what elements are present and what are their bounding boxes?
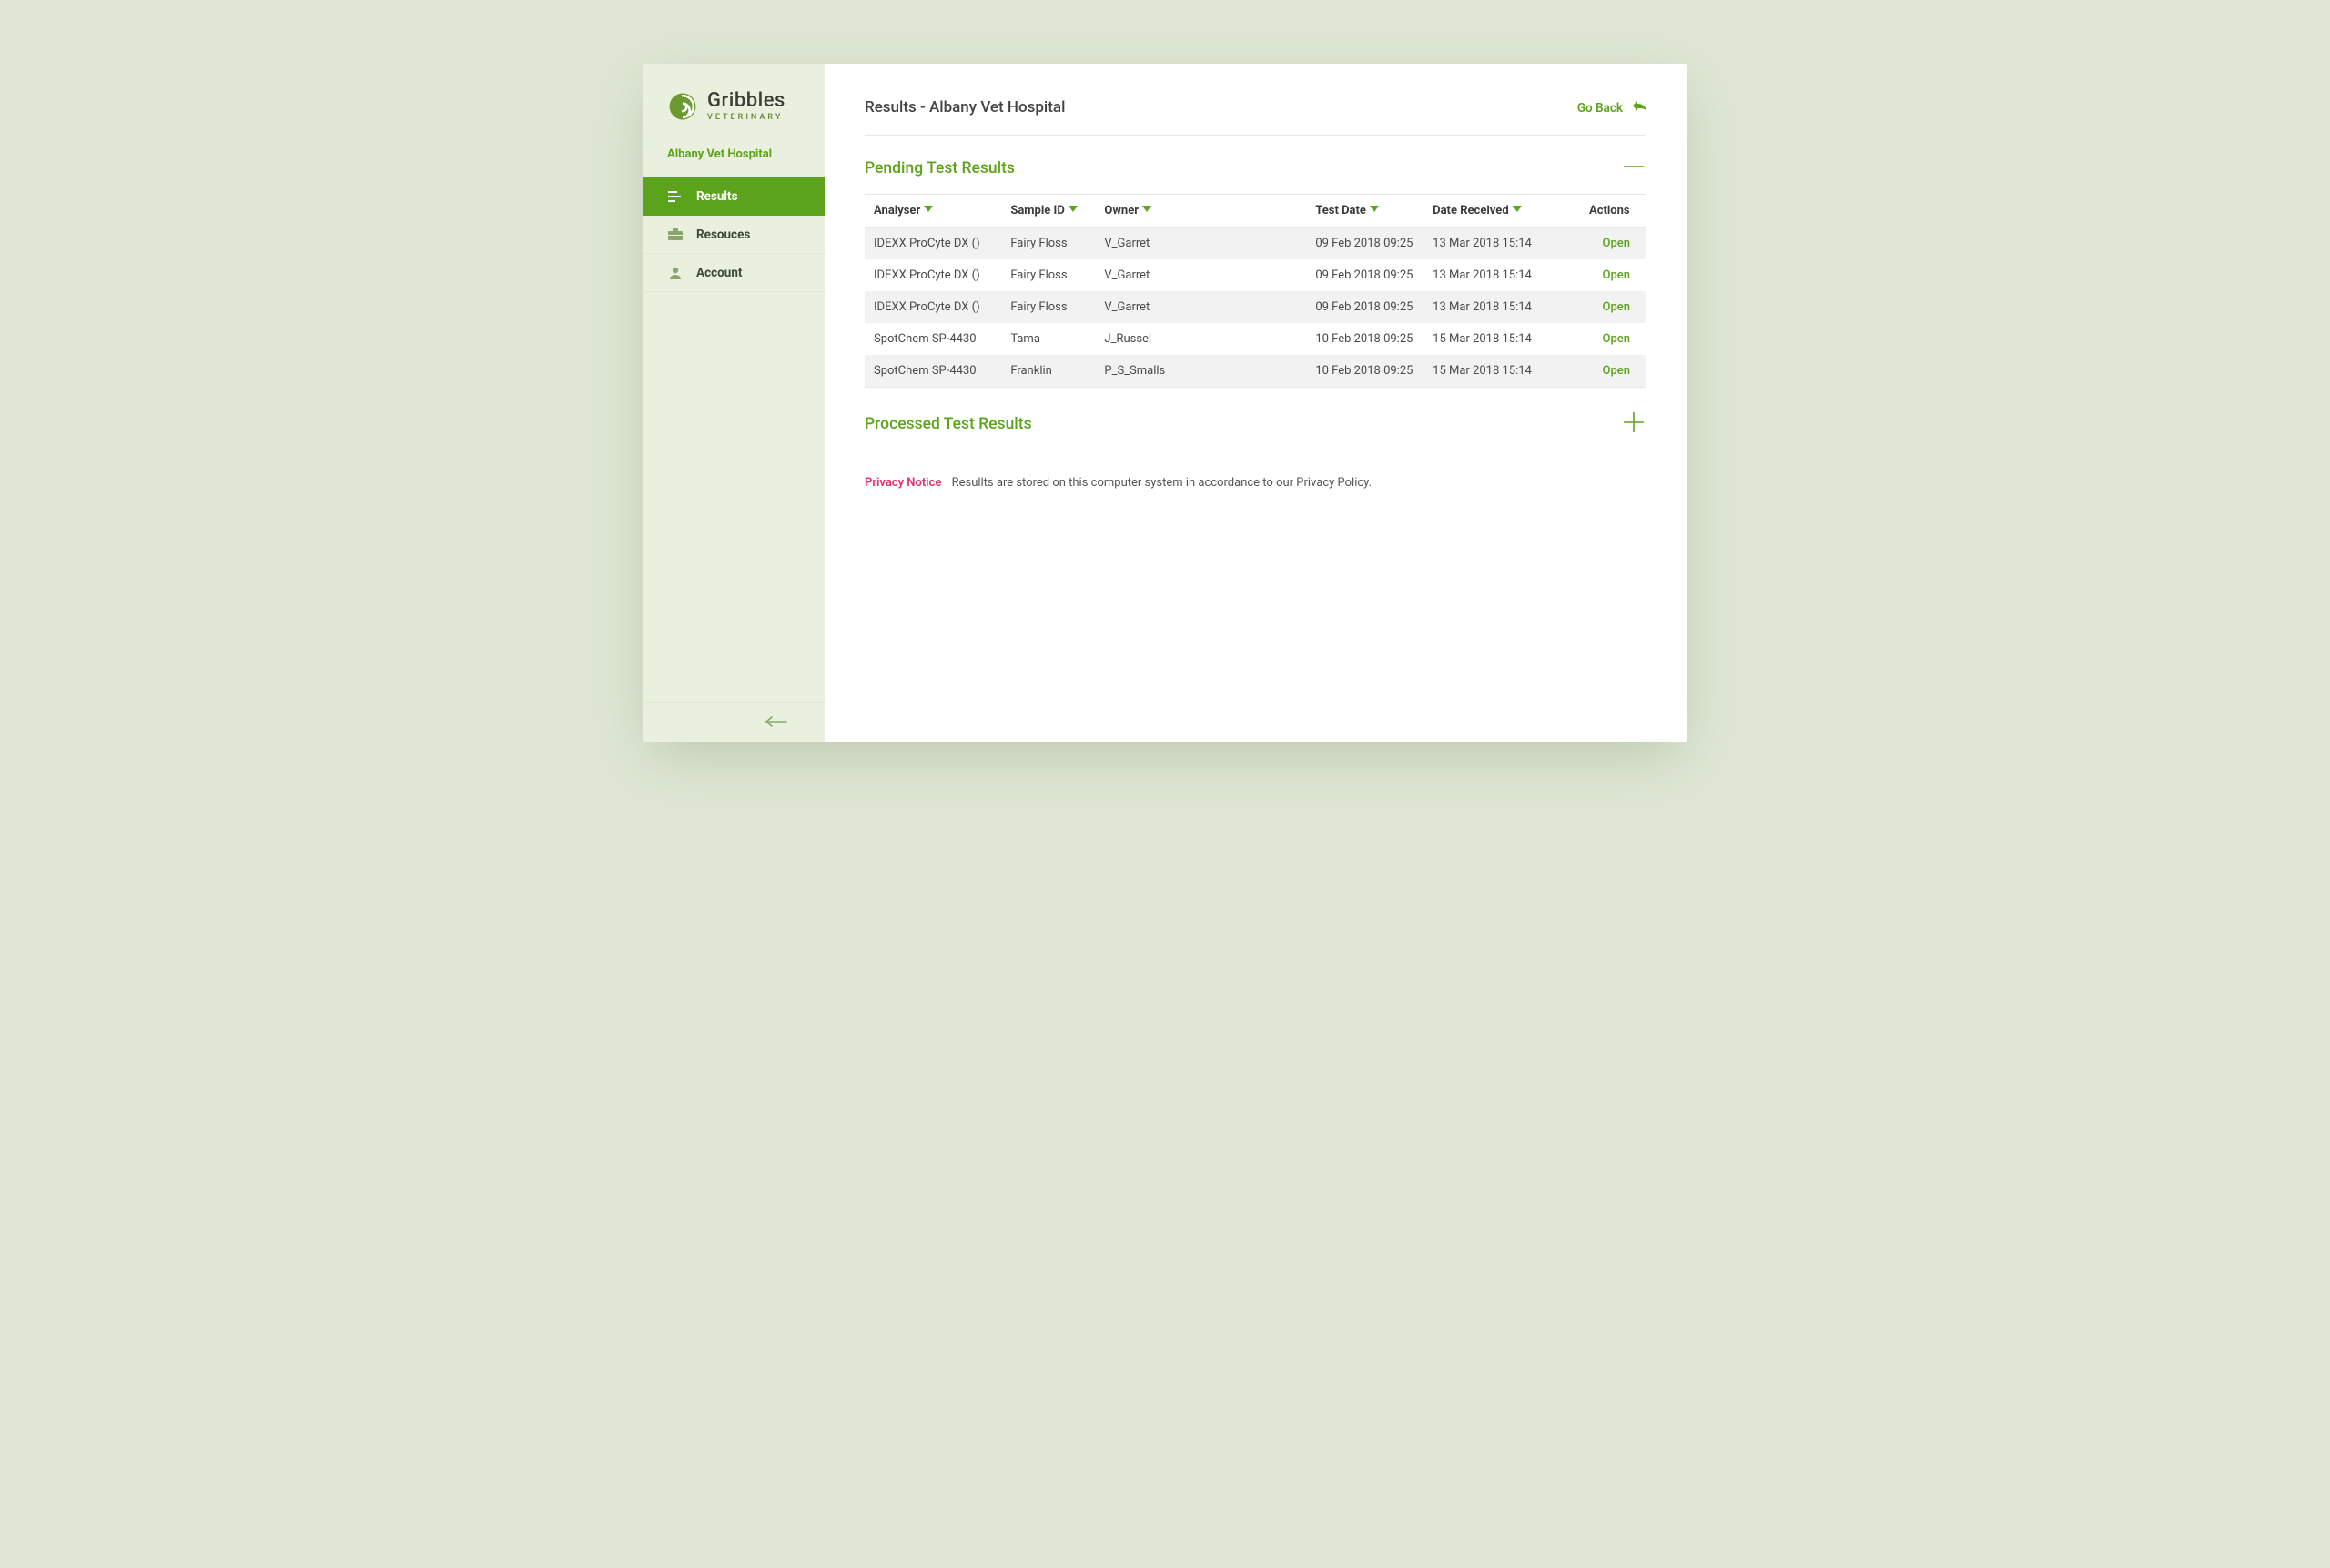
sidebar-item-resources[interactable]: Resouces	[643, 216, 825, 254]
cell-test-date: 10 Feb 2018 09:25	[1306, 355, 1423, 387]
cell-test-date: 09 Feb 2018 09:25	[1306, 228, 1423, 260]
open-button[interactable]: Open	[1603, 268, 1630, 282]
table-row: SpotChem SP-4430FranklinP_S_Smalls10 Feb…	[865, 355, 1646, 387]
expand-section-button[interactable]	[1621, 411, 1646, 437]
sort-icon	[1370, 203, 1379, 217]
cell-actions: Open	[1580, 291, 1646, 323]
privacy-label: Privacy Notice	[865, 476, 941, 490]
cell-sample-id: Tama	[1001, 323, 1095, 355]
cell-test-date: 09 Feb 2018 09:25	[1306, 259, 1423, 291]
cell-analyser: SpotChem SP-4430	[865, 323, 1001, 355]
sidebar-item-label: Account	[696, 266, 742, 280]
cell-test-date: 10 Feb 2018 09:25	[1306, 323, 1423, 355]
pending-section-title: Pending Test Results	[865, 159, 1015, 177]
cell-analyser: IDEXX ProCyte DX ()	[865, 291, 1001, 323]
collapse-sidebar-button[interactable]	[643, 702, 825, 742]
open-button[interactable]: Open	[1603, 332, 1630, 346]
open-button[interactable]: Open	[1603, 237, 1630, 250]
cell-sample-id: Fairy Floss	[1001, 228, 1095, 260]
open-button[interactable]: Open	[1603, 364, 1630, 378]
app-window: Gribbles VETERINARY Albany Vet Hospital …	[643, 64, 1687, 742]
org-name: Albany Vet Hospital	[643, 129, 825, 177]
page-header: Results - Albany Vet Hospital Go Back	[865, 98, 1646, 136]
cell-date-received: 13 Mar 2018 15:14	[1423, 259, 1580, 291]
col-sample-id[interactable]: Sample ID	[1001, 195, 1095, 228]
sidebar-nav: Results Resouces Account	[643, 177, 825, 292]
sidebar-item-label: Resouces	[696, 228, 750, 242]
pending-results-table: Analyser Sample ID Owner Test Date Date …	[865, 194, 1646, 387]
cell-owner: V_Garret	[1095, 291, 1306, 323]
pending-section-header: Pending Test Results	[865, 136, 1646, 194]
sidebar-item-account[interactable]: Account	[643, 254, 825, 292]
cell-sample-id: Franklin	[1001, 355, 1095, 387]
go-back-label: Go Back	[1577, 101, 1623, 116]
sidebar-item-label: Results	[696, 189, 738, 204]
sort-icon	[924, 203, 933, 217]
table-row: IDEXX ProCyte DX ()Fairy FlossV_Garret09…	[865, 291, 1646, 323]
sort-icon	[1513, 203, 1522, 217]
page-title: Results - Albany Vet Hospital	[865, 98, 1065, 116]
sidebar: Gribbles VETERINARY Albany Vet Hospital …	[643, 64, 825, 742]
cell-actions: Open	[1580, 323, 1646, 355]
cell-date-received: 15 Mar 2018 15:14	[1423, 323, 1580, 355]
cell-owner: P_S_Smalls	[1095, 355, 1306, 387]
cell-analyser: IDEXX ProCyte DX ()	[865, 259, 1001, 291]
table-row: SpotChem SP-4430TamaJ_Russel10 Feb 2018 …	[865, 323, 1646, 355]
processed-section-header: Processed Test Results	[865, 388, 1646, 450]
sidebar-item-results[interactable]: Results	[643, 177, 825, 216]
user-icon	[667, 265, 684, 281]
privacy-notice: Privacy Notice Resullts are stored on th…	[865, 450, 1646, 490]
privacy-text: Resullts are stored on this computer sys…	[952, 476, 1372, 490]
cell-date-received: 15 Mar 2018 15:14	[1423, 355, 1580, 387]
go-back-button[interactable]: Go Back	[1577, 101, 1646, 116]
col-analyser[interactable]: Analyser	[865, 195, 1001, 228]
col-actions: Actions	[1580, 195, 1646, 228]
processed-section-title: Processed Test Results	[865, 415, 1032, 433]
arrow-left-icon	[765, 713, 788, 731]
brand-logo-icon	[667, 91, 698, 122]
sort-icon	[1142, 203, 1151, 217]
open-button[interactable]: Open	[1603, 300, 1630, 314]
brand-subtitle: VETERINARY	[707, 114, 785, 122]
sort-icon	[1069, 203, 1078, 217]
cell-analyser: SpotChem SP-4430	[865, 355, 1001, 387]
cell-test-date: 09 Feb 2018 09:25	[1306, 291, 1423, 323]
cell-actions: Open	[1580, 259, 1646, 291]
cell-date-received: 13 Mar 2018 15:14	[1423, 291, 1580, 323]
cell-owner: V_Garret	[1095, 228, 1306, 260]
minus-icon	[1622, 155, 1646, 182]
table-row: IDEXX ProCyte DX ()Fairy FlossV_Garret09…	[865, 259, 1646, 291]
col-test-date[interactable]: Test Date	[1306, 195, 1423, 228]
col-date-received[interactable]: Date Received	[1423, 195, 1580, 228]
cell-date-received: 13 Mar 2018 15:14	[1423, 228, 1580, 260]
col-owner[interactable]: Owner	[1095, 195, 1306, 228]
plus-icon	[1622, 410, 1646, 438]
content: Results - Albany Vet Hospital Go Back Pe…	[825, 64, 1687, 742]
brand: Gribbles VETERINARY	[643, 64, 825, 129]
cell-actions: Open	[1580, 355, 1646, 387]
table-header-row: Analyser Sample ID Owner Test Date Date …	[865, 195, 1646, 228]
cell-sample-id: Fairy Floss	[1001, 291, 1095, 323]
results-icon	[667, 188, 684, 205]
briefcase-icon	[667, 227, 684, 243]
table-row: IDEXX ProCyte DX ()Fairy FlossV_Garret09…	[865, 228, 1646, 260]
collapse-section-button[interactable]	[1621, 156, 1646, 181]
reply-arrow-icon	[1632, 101, 1646, 116]
brand-name: Gribbles	[707, 91, 785, 111]
cell-actions: Open	[1580, 228, 1646, 260]
cell-owner: V_Garret	[1095, 259, 1306, 291]
cell-owner: J_Russel	[1095, 323, 1306, 355]
cell-analyser: IDEXX ProCyte DX ()	[865, 228, 1001, 260]
cell-sample-id: Fairy Floss	[1001, 259, 1095, 291]
